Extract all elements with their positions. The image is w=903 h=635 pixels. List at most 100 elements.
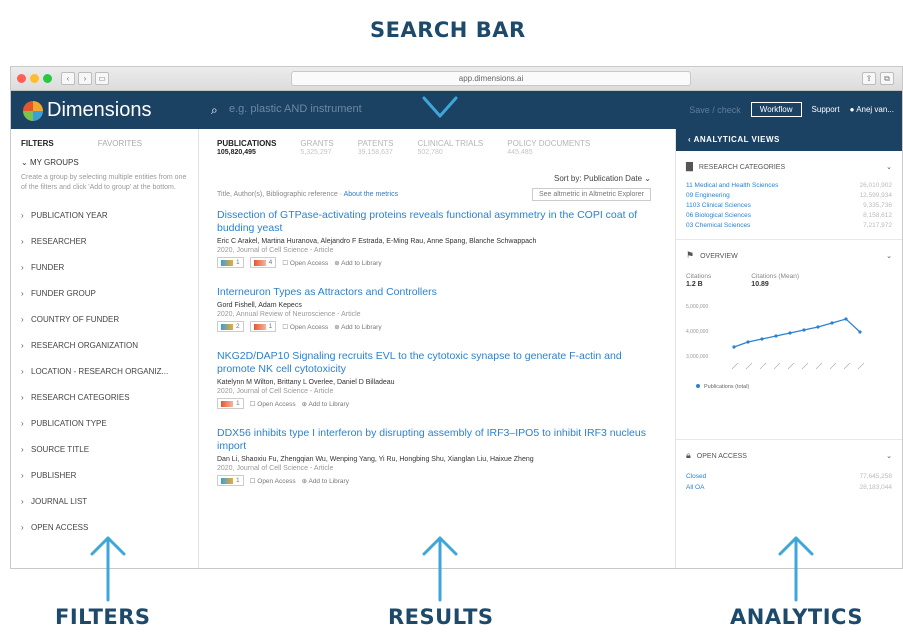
search-icon[interactable]: ⌕ bbox=[211, 103, 218, 118]
altmetric-badge[interactable]: 1 bbox=[249, 321, 277, 332]
user-name: Anej van... bbox=[856, 105, 894, 114]
chevron-down-icon: ⌄ bbox=[21, 158, 28, 167]
browser-chrome: ‹ › ▭ app.dimensions.ai ⇪ ⧉ bbox=[11, 67, 902, 91]
publication-authors: Eric C Arakel, Martina Huranova, Alejand… bbox=[217, 238, 537, 245]
filter-location-research-org[interactable]: › LOCATION - RESEARCH ORGANIZ... bbox=[21, 359, 188, 385]
back-icon[interactable]: ‹ bbox=[61, 72, 75, 85]
unlock-icon: ☐ bbox=[282, 259, 289, 267]
trend-line bbox=[733, 318, 861, 348]
tab-count: 39,158,637 bbox=[357, 149, 393, 156]
badge-count: 1 bbox=[268, 323, 273, 330]
altmetric-badge[interactable]: 4 bbox=[249, 257, 277, 268]
filter-country-of-funder[interactable]: › COUNTRY OF FUNDER bbox=[21, 307, 188, 333]
dimensions-logo[interactable]: Dimensions bbox=[23, 99, 151, 122]
filter-source-title[interactable]: › SOURCE TITLE bbox=[21, 437, 188, 463]
search-input[interactable]: e.g. plastic AND instrument bbox=[229, 103, 362, 115]
filter-publication-type[interactable]: › PUBLICATION TYPE bbox=[21, 411, 188, 437]
filter-label: LOCATION - RESEARCH ORGANIZ... bbox=[31, 367, 169, 376]
zoom-dot[interactable] bbox=[43, 74, 52, 83]
result-type-tabs: PUBLICATIONS 105,820,495 GRANTS 5,325,297 … bbox=[217, 139, 651, 156]
chevron-right-icon: › bbox=[21, 497, 24, 506]
open-access-label: ☐ Open Access bbox=[282, 259, 328, 267]
analytics-panel: ‹ ANALYTICAL VIEWS ▇ RESEARCH CATEGORIES ⌄… bbox=[675, 129, 902, 568]
filter-publisher[interactable]: › PUBLISHER bbox=[21, 463, 188, 489]
dimensions-badge[interactable]: 2 bbox=[217, 321, 244, 332]
publication-authors: Katelynn M Wilton, Brittany L Overlee, D… bbox=[217, 379, 395, 386]
filter-researcher[interactable]: › RESEARCHER bbox=[21, 229, 188, 255]
filter-label: RESEARCH ORGANIZATION bbox=[31, 341, 138, 350]
filter-funder[interactable]: › FUNDER bbox=[21, 255, 188, 281]
category-row[interactable]: 03 Chemical Sciences 7,217,972 bbox=[686, 222, 892, 229]
filter-publication-year[interactable]: › PUBLICATION YEAR bbox=[21, 203, 188, 229]
add-to-library-button[interactable]: ⊕ Add to Library bbox=[334, 259, 381, 267]
tab-policy-documents[interactable]: POLICY DOCUMENTS 445,485 bbox=[507, 139, 590, 156]
chevron-right-icon: › bbox=[21, 211, 24, 220]
open-access-row[interactable]: All OA 28,183,044 bbox=[686, 484, 892, 491]
altmetric-explorer-button[interactable]: See altmetric in Altmetric Explorer bbox=[531, 188, 651, 201]
filters-panel: FILTERS FAVORITES ⌄ MY GROUPS Create a g… bbox=[11, 129, 199, 568]
folder-icon: ▇ bbox=[686, 161, 693, 171]
publication-badges: 1 4 ☐ Open Access ⊕ Add to Library bbox=[217, 257, 651, 268]
callout-search-bar: SEARCH BAR bbox=[370, 18, 526, 42]
chevron-right-icon: › bbox=[21, 315, 24, 324]
bookmark-icon: ⊕ bbox=[334, 259, 340, 267]
chevron-right-icon: › bbox=[21, 289, 24, 298]
publication-title[interactable]: Interneuron Types as Attractors and Cont… bbox=[217, 286, 651, 299]
my-groups-toggle[interactable]: ⌄ MY GROUPS bbox=[21, 158, 188, 167]
open-access-row[interactable]: Closed 77,645,258 bbox=[686, 473, 892, 480]
filter-research-organization[interactable]: › RESEARCH ORGANIZATION bbox=[21, 333, 188, 359]
category-row[interactable]: 1103 Clinical Sciences 9,335,736 bbox=[686, 202, 892, 209]
publication-title[interactable]: NKG2D/DAP10 Signaling recruits EVL to th… bbox=[217, 350, 651, 376]
tab-grants[interactable]: GRANTS 5,325,297 bbox=[300, 139, 333, 156]
tab-filters[interactable]: FILTERS bbox=[21, 139, 54, 148]
add-to-library-button[interactable]: ⊕ Add to Library bbox=[302, 400, 349, 408]
tab-label: GRANTS bbox=[300, 139, 334, 148]
category-row[interactable]: 11 Medical and Health Sciences 26,010,902 bbox=[686, 182, 892, 189]
filter-journal-list[interactable]: › JOURNAL LIST bbox=[21, 489, 188, 515]
section-header[interactable]: ⚑ OVERVIEW ⌄ bbox=[686, 250, 892, 261]
category-name: 09 Engineering bbox=[686, 192, 730, 199]
filter-label: FUNDER GROUP bbox=[31, 289, 96, 298]
forward-icon[interactable]: › bbox=[78, 72, 92, 85]
chevron-left-icon: ‹ bbox=[688, 135, 692, 144]
category-row[interactable]: 09 Engineering 12,599,934 bbox=[686, 192, 892, 199]
tabs-icon[interactable]: ⧉ bbox=[880, 72, 894, 85]
chevron-right-icon: › bbox=[21, 419, 24, 428]
close-dot[interactable] bbox=[17, 74, 26, 83]
section-header[interactable]: ▇ RESEARCH CATEGORIES ⌄ bbox=[686, 161, 892, 172]
tab-count: 502,780 bbox=[417, 149, 443, 156]
about-metrics-link[interactable]: About the metrics bbox=[344, 191, 398, 198]
add-to-library-button[interactable]: ⊕ Add to Library bbox=[334, 323, 381, 331]
dimensions-badge[interactable]: 1 bbox=[217, 475, 244, 486]
filter-research-categories[interactable]: › RESEARCH CATEGORIES bbox=[21, 385, 188, 411]
tab-publications[interactable]: PUBLICATIONS 105,820,495 bbox=[217, 139, 276, 156]
share-icon[interactable]: ⇪ bbox=[862, 72, 876, 85]
dimensions-badge[interactable]: 1 bbox=[217, 257, 244, 268]
y-tick: 4,000,000 bbox=[686, 329, 708, 335]
filter-funder-group[interactable]: › FUNDER GROUP bbox=[21, 281, 188, 307]
section-header[interactable]: 🔒︎ OPEN ACCESS ⌄ bbox=[686, 450, 892, 461]
tab-patents[interactable]: PATENTS 39,158,637 bbox=[358, 139, 394, 156]
overview-section: ⚑ OVERVIEW ⌄ Citations 1.2 B Citations (Mea… bbox=[676, 240, 902, 440]
sort-dropdown[interactable]: Sort by: Publication Date ⌄ bbox=[217, 174, 651, 183]
user-menu[interactable]: ● Anej van... bbox=[850, 105, 894, 114]
add-to-library-button[interactable]: ⊕ Add to Library bbox=[302, 477, 349, 485]
lock-icon: 🔒︎ bbox=[686, 450, 691, 460]
category-row[interactable]: 06 Biological Sciences 8,158,612 bbox=[686, 212, 892, 219]
workflow-button[interactable]: Workflow bbox=[750, 102, 802, 117]
tab-count: 445,485 bbox=[507, 149, 533, 156]
minimize-dot[interactable] bbox=[30, 74, 39, 83]
tab-clinical-trials[interactable]: CLINICAL TRIALS 502,780 bbox=[417, 139, 483, 156]
publication-title[interactable]: Dissection of GTPase-activating proteins… bbox=[217, 209, 651, 235]
altmetric-badge[interactable]: 1 bbox=[217, 398, 244, 409]
address-bar[interactable]: app.dimensions.ai bbox=[291, 71, 691, 86]
tab-favorites[interactable]: FAVORITES bbox=[98, 139, 142, 148]
save-check-link[interactable]: Save / check bbox=[689, 105, 741, 115]
support-link[interactable]: Support bbox=[812, 105, 840, 114]
sidebar-icon[interactable]: ▭ bbox=[95, 72, 109, 85]
badge-count: 1 bbox=[236, 477, 240, 484]
category-name: 03 Chemical Sciences bbox=[686, 222, 751, 229]
add-to-library-text: Add to Library bbox=[341, 259, 382, 267]
publication-title[interactable]: DDX56 inhibits type I interferon by disr… bbox=[217, 427, 651, 453]
analytical-views-header[interactable]: ‹ ANALYTICAL VIEWS bbox=[676, 129, 902, 151]
